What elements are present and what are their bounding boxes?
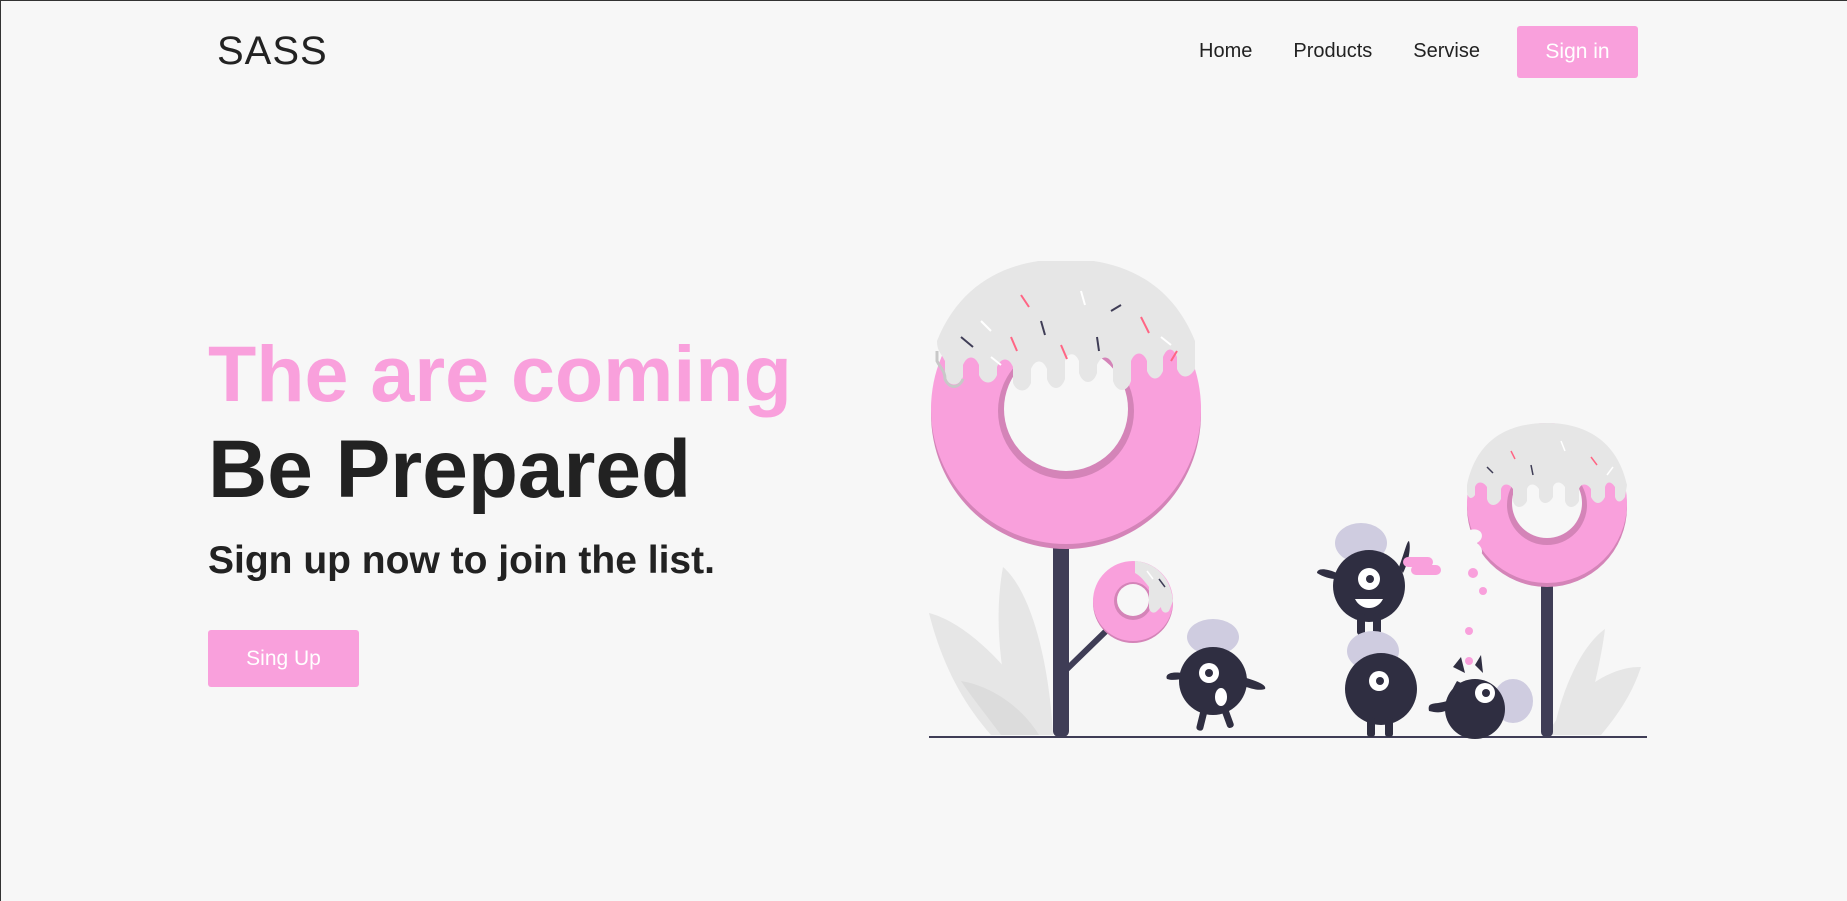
monster-left-icon [1166,619,1266,731]
nav-servise-link[interactable]: Servise [1413,40,1480,63]
hero-title-dark: Be Prepared [208,424,692,515]
sign-in-button[interactable]: Sign in [1517,26,1638,78]
monster-stack-icon [1317,523,1441,737]
header: SASS Home Products Servise Sign in [1,1,1847,101]
nav-home-link[interactable]: Home [1199,40,1252,63]
right-leaf-icon [1547,629,1641,735]
monster-lying-icon [1428,655,1533,739]
logo[interactable]: SASS [217,29,328,74]
nav-bar: Home Products Servise [1181,1,1521,101]
sign-up-button[interactable]: Sing Up [208,630,359,687]
hero-subtitle: Sign up now to join the list. [208,539,715,582]
left-leaf-icon [929,567,1053,735]
small-donut-icon [1093,561,1173,643]
nav-products-link[interactable]: Products [1293,40,1372,63]
hero-illustration [929,261,1647,739]
hero-title-pink: The are coming [208,329,792,418]
